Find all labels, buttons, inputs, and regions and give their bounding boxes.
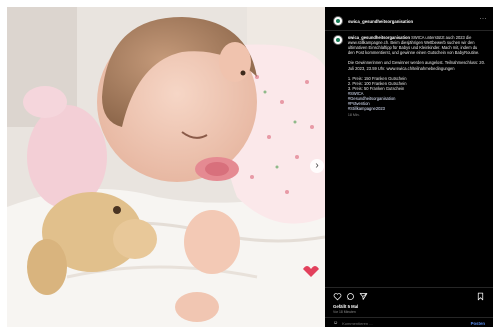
caption-avatar[interactable] (333, 35, 343, 45)
post-date: Vor 18 Minuten (333, 310, 356, 314)
heart-icon[interactable] (333, 292, 342, 301)
post-side-panel: swica_gesundheitsorganisation ··· swica_… (325, 7, 493, 327)
comment-form: ☺ Posten (333, 319, 485, 327)
post-dialog: › swica_gesundheitsorganisation ··· swic… (7, 7, 493, 327)
post-comment-button[interactable]: Posten (471, 321, 485, 326)
hashtag-link[interactable]: #Stillkampagne2023 (348, 106, 385, 111)
next-image-button[interactable]: › (310, 159, 324, 173)
actions-divider (325, 287, 493, 288)
comment-input[interactable] (342, 320, 471, 326)
header-divider (325, 30, 493, 31)
avatar[interactable] (333, 16, 343, 26)
share-icon[interactable] (359, 292, 368, 301)
post-header: swica_gesundheitsorganisation (333, 15, 413, 27)
more-options-button[interactable]: ··· (480, 16, 488, 22)
comment-divider (325, 317, 493, 318)
caption-time: 18 Min. (347, 113, 360, 118)
post-caption: swica_gesundheitsorganisation SWICA unte… (333, 35, 485, 119)
author-username[interactable]: swica_gesundheitsorganisation (348, 19, 413, 24)
like-count[interactable]: Gefällt 5 Mal (333, 304, 358, 309)
emoji-icon[interactable]: ☺ (333, 320, 338, 326)
bookmark-icon[interactable] (476, 292, 485, 301)
comment-icon[interactable] (346, 292, 355, 301)
caption-text-2: Die Gewinnerinnen und Gewinner werden au… (347, 60, 485, 71)
action-bar (333, 292, 485, 302)
sleeping-baby-photo (7, 7, 325, 327)
post-image: › (7, 7, 325, 327)
chevron-right-icon: › (315, 160, 319, 171)
